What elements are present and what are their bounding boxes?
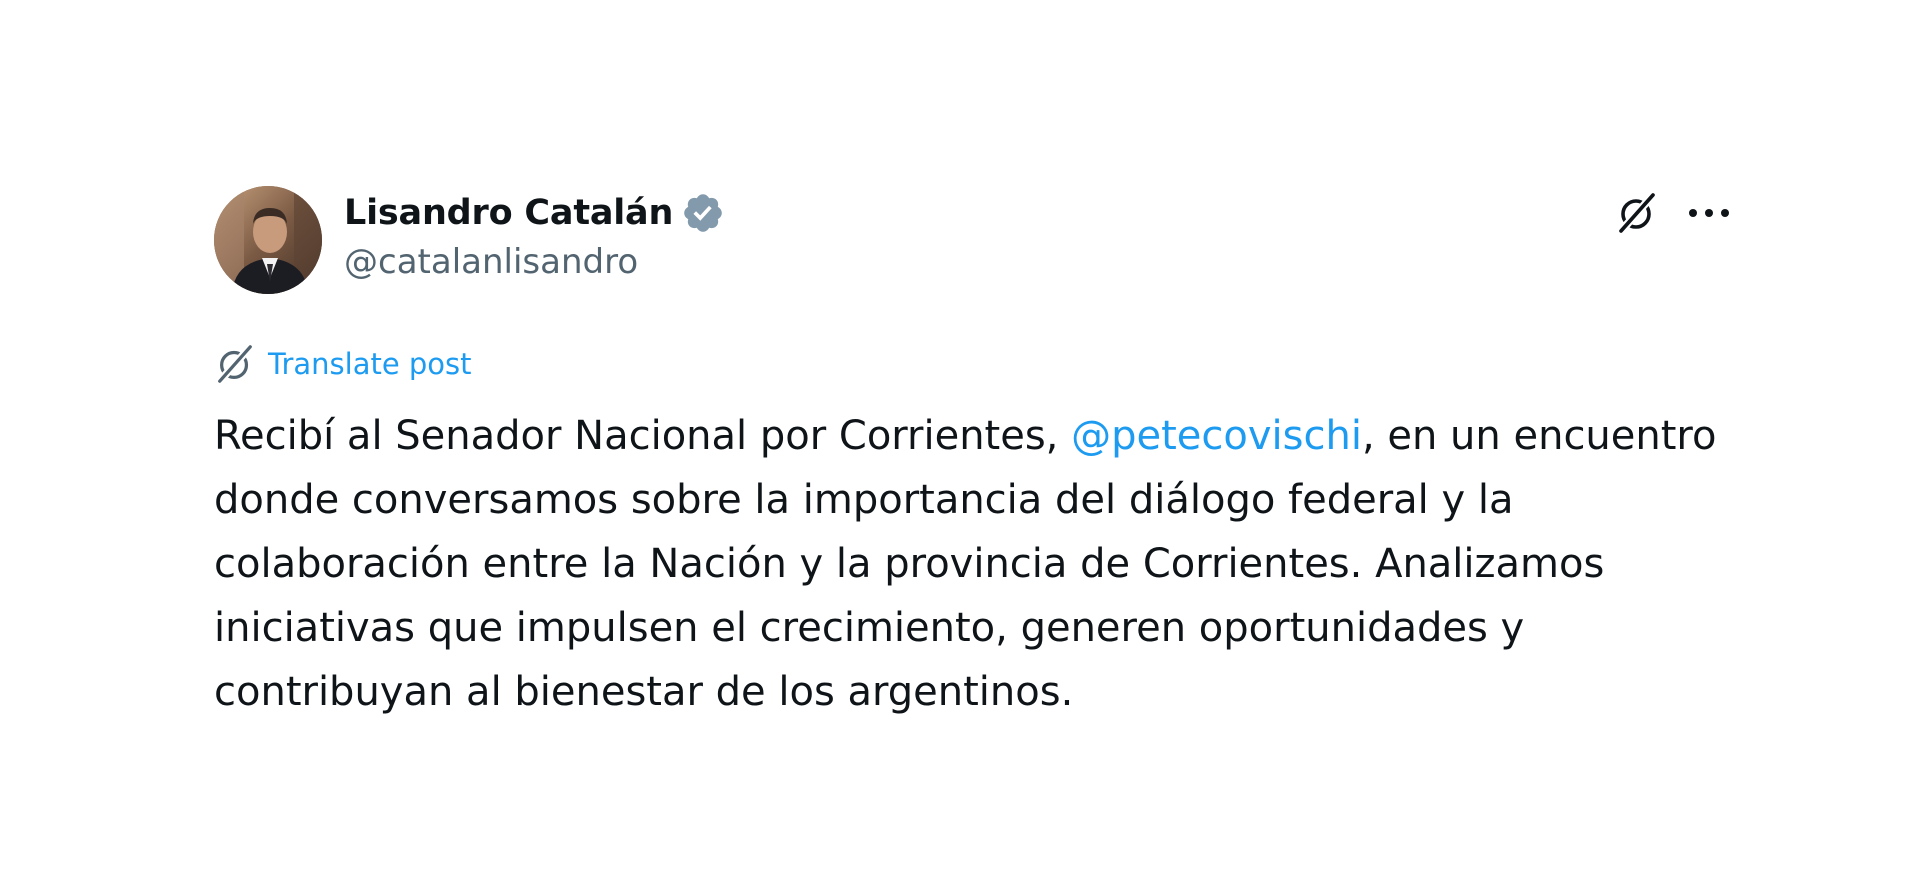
more-options-icon[interactable] xyxy=(1684,188,1734,238)
post-card: Lisandro Catalán @catalanlisandro Transl… xyxy=(214,184,1734,724)
author-block: Lisandro Catalán @catalanlisandro xyxy=(344,190,725,282)
grok-translate-icon xyxy=(214,343,256,385)
post-text: Recibí al Senador Nacional por Corriente… xyxy=(214,404,1734,724)
translate-row[interactable]: Translate post xyxy=(214,342,1734,386)
avatar[interactable] xyxy=(214,186,322,294)
name-row: Lisandro Catalán xyxy=(344,190,725,236)
post-actions xyxy=(1612,188,1734,238)
post-header: Lisandro Catalán @catalanlisandro xyxy=(214,184,1734,294)
translate-post-link[interactable]: Translate post xyxy=(268,347,472,381)
author-handle[interactable]: @catalanlisandro xyxy=(344,242,725,282)
page: Lisandro Catalán @catalanlisandro Transl… xyxy=(0,0,1920,880)
avatar-photo xyxy=(214,186,322,294)
grok-icon[interactable] xyxy=(1612,188,1662,238)
verified-badge-icon[interactable] xyxy=(681,191,725,235)
display-name[interactable]: Lisandro Catalán xyxy=(344,193,673,233)
mention-link[interactable]: @petecovischi xyxy=(1071,413,1362,459)
post-text-part: Recibí al Senador Nacional por Corriente… xyxy=(214,413,1072,459)
